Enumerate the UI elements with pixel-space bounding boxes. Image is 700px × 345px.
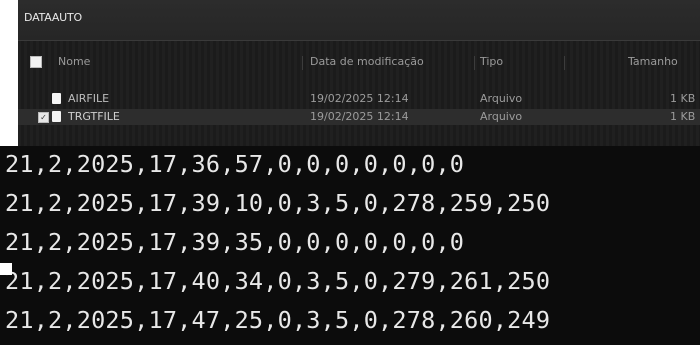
column-divider[interactable] (564, 56, 565, 70)
column-header-size[interactable]: Tamanho (628, 55, 678, 68)
data-line: 21,2,2025,17,36,57,0,0,0,0,0,0,0 (5, 150, 465, 178)
file-row[interactable]: AIRFILE 19/02/2025 12:14 Arquivo 1 KB (18, 91, 700, 107)
screenshot-crop-edge (0, 263, 12, 275)
column-header-name[interactable]: Nome (58, 55, 90, 68)
address-bar[interactable]: DATAAUTO (18, 0, 700, 41)
file-icon (52, 93, 61, 104)
data-console: 21,2,2025,17,36,57,0,0,0,0,0,0,0 21,2,20… (0, 146, 700, 345)
file-icon (52, 111, 61, 122)
file-date: 19/02/2025 12:14 (310, 92, 409, 105)
file-row-selected[interactable]: ✓ TRGTFILE 19/02/2025 12:14 Arquivo 1 KB (18, 109, 700, 125)
data-line: 21,2,2025,17,47,25,0,3,5,0,278,260,249 (5, 306, 551, 334)
column-header-date[interactable]: Data de modificação (310, 55, 424, 68)
data-line: 21,2,2025,17,40,34,0,3,5,0,279,261,250 (5, 267, 551, 295)
column-header-type[interactable]: Tipo (480, 55, 503, 68)
select-all-checkbox[interactable] (30, 56, 42, 68)
file-date: 19/02/2025 12:14 (310, 110, 409, 123)
file-name: AIRFILE (68, 92, 110, 105)
folder-path: DATAAUTO (24, 11, 82, 24)
file-type: Arquivo (480, 110, 523, 123)
data-line: 21,2,2025,17,39,35,0,0,0,0,0,0,0 (5, 228, 465, 256)
file-size: 1 KB (670, 110, 696, 123)
file-type: Arquivo (480, 92, 523, 105)
checkmark-icon[interactable]: ✓ (38, 112, 49, 123)
column-divider[interactable] (302, 56, 303, 70)
data-line: 21,2,2025,17,39,10,0,3,5,0,278,259,250 (5, 189, 551, 217)
file-explorer-window: DATAAUTO Nome Data de modificação Tipo T… (18, 0, 700, 147)
column-header-row: Nome Data de modificação Tipo Tamanho (18, 52, 700, 74)
file-size: 1 KB (670, 92, 696, 105)
column-divider[interactable] (474, 56, 475, 70)
file-name: TRGTFILE (68, 110, 120, 123)
